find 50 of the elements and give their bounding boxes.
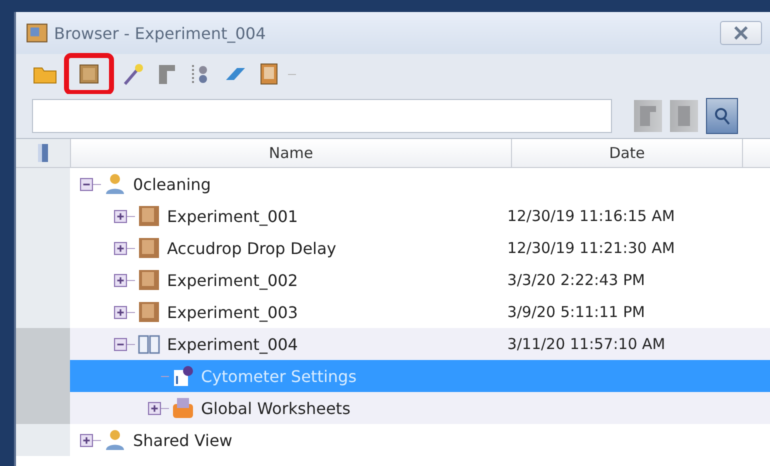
tree-row[interactable]: Experiment_002 3/3/20 2:22:43 PM (16, 264, 770, 296)
expand-icon[interactable] (148, 402, 161, 414)
tree-row[interactable]: Experiment_001 12/30/19 11:16:15 AM (16, 200, 770, 232)
person-icon (103, 172, 127, 196)
item-name: Shared View (133, 430, 232, 450)
item-date: 3/3/20 2:22:43 PM (507, 271, 645, 289)
settings-icon (171, 364, 195, 388)
worksheets-icon (171, 396, 195, 420)
tree-row[interactable]: Shared View (16, 424, 770, 456)
close-button[interactable] (720, 21, 762, 45)
box-icon (77, 62, 101, 86)
collapse-icon[interactable] (114, 338, 127, 350)
box-icon (137, 268, 161, 292)
column-chooser-icon (36, 143, 50, 163)
wand-icon (121, 62, 145, 86)
tree-row[interactable]: Global Worksheets (16, 392, 770, 424)
expand-icon[interactable] (114, 306, 127, 318)
box-icon (137, 204, 161, 228)
box-icon (137, 236, 161, 260)
tree-row[interactable]: Experiment_004 3/11/20 11:57:10 AM (16, 328, 770, 360)
browser-app-icon (26, 22, 48, 44)
item-date: 12/30/19 11:21:30 AM (507, 239, 675, 257)
find-button[interactable] (706, 98, 738, 134)
close-icon (733, 26, 749, 40)
person-icon (103, 428, 127, 452)
collapse-icon[interactable] (80, 178, 93, 190)
item-name: Experiment_003 (167, 302, 298, 322)
item-name: Global Worksheets (201, 398, 350, 418)
tree-row[interactable]: 0cleaning (16, 168, 770, 200)
sheet-icon (638, 104, 658, 128)
column-header[interactable]: Date (512, 139, 743, 167)
expand-icon[interactable] (80, 434, 93, 446)
item-date: 3/9/20 5:11:11 PM (507, 303, 645, 321)
expand-icon[interactable] (114, 210, 127, 222)
item-date: 12/30/19 11:16:15 AM (507, 207, 675, 225)
column-header[interactable]: Name (71, 139, 512, 167)
item-name: Accudrop Drop Delay (167, 238, 336, 258)
item-name: Experiment_002 (167, 270, 298, 290)
window-title: Browser - Experiment_004 (54, 24, 267, 42)
expand-icon[interactable] (114, 242, 127, 254)
item-date: 3/11/20 11:57:10 AM (507, 335, 666, 353)
item-name: Cytometer Settings (201, 366, 357, 386)
box-icon (137, 300, 161, 324)
item-name: Experiment_001 (167, 206, 298, 226)
search-field[interactable] (32, 99, 612, 133)
item-name: 0cleaning (133, 174, 211, 194)
tree-row[interactable]: Experiment_003 3/9/20 5:11:11 PM (16, 296, 770, 328)
expand-icon[interactable] (114, 274, 127, 286)
tree-row[interactable]: Accudrop Drop Delay 12/30/19 11:21:30 AM (16, 232, 770, 264)
item-name: Experiment_004 (167, 334, 298, 354)
